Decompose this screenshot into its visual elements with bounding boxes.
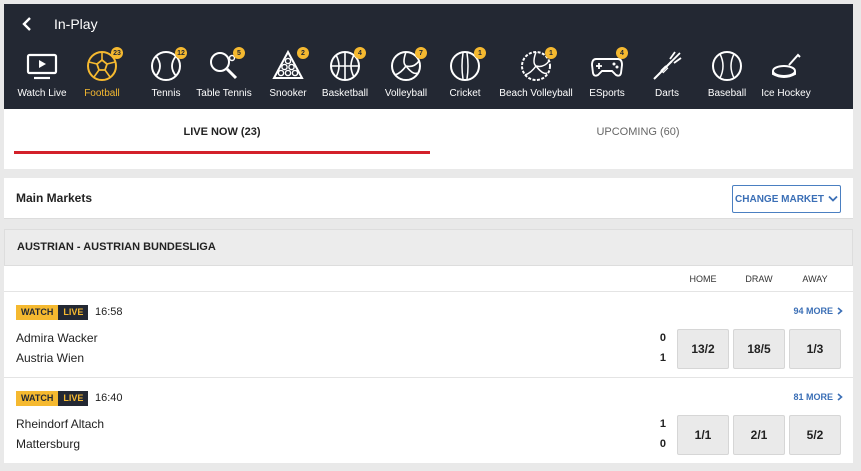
sport-item-football[interactable]: 23 Football [82, 47, 123, 106]
active-tab-indicator [14, 151, 430, 154]
home-team-name[interactable]: Rheindorf Altach [16, 417, 104, 431]
tab-live-now[interactable]: LIVE NOW (23) [14, 109, 430, 155]
chevron-right-icon [837, 307, 843, 315]
tv-icon [25, 48, 59, 84]
sport-label: Cricket [449, 88, 481, 99]
odds-button-draw[interactable]: 18/5 [733, 329, 785, 369]
count-badge: 7 [415, 47, 427, 59]
sport-item-beach-volleyball[interactable]: 1 Beach Volleyball [498, 47, 574, 106]
sport-label: Beach Volleyball [499, 88, 573, 99]
count-badge: 4 [616, 47, 628, 59]
sport-label: Tennis [151, 88, 181, 99]
page-title: In-Play [54, 16, 98, 32]
more-markets-label: 94 MORE [793, 306, 833, 316]
match-time: 16:58 [95, 306, 123, 318]
odds-button-draw[interactable]: 2/1 [733, 415, 785, 455]
change-market-button[interactable]: CHANGE MARKET [732, 185, 841, 213]
count-badge: 5 [233, 47, 245, 59]
tab-upcoming[interactable]: UPCOMING (60) [430, 109, 846, 155]
odds-button-home[interactable]: 13/2 [677, 329, 729, 369]
column-header-away: AWAY [802, 274, 828, 284]
league-header[interactable]: AUSTRIAN - AUSTRIAN BUNDESLIGA [4, 229, 853, 266]
chevron-right-icon [837, 393, 843, 401]
sport-label: Football [84, 88, 120, 99]
column-header-draw: DRAW [745, 274, 773, 284]
home-score: 0 [659, 332, 666, 344]
sport-item-basketball[interactable]: 4 Basketball [320, 47, 370, 106]
count-badge: 2 [297, 47, 309, 59]
live-label: LIVE [58, 391, 89, 406]
main-markets-bar: Main Markets CHANGE MARKET [4, 178, 853, 219]
watch-live-button[interactable]: WATCH LIVE [16, 305, 89, 320]
sport-label: Table Tennis [196, 88, 252, 99]
match-row: WATCH LIVE 16:58 94 MORE Admira Wacker A… [4, 292, 853, 378]
back-button[interactable] [12, 8, 42, 40]
gamepad-icon: 4 [590, 47, 628, 84]
column-header-home: HOME [689, 274, 717, 284]
sport-label: Ice Hockey [761, 88, 811, 99]
odds-button-home[interactable]: 1/1 [677, 415, 729, 455]
sport-label: Darts [655, 88, 679, 99]
sport-item-tennis[interactable]: 12 Tennis [144, 47, 188, 106]
matches-panel: HOME DRAW AWAY WATCH LIVE 16:58 94 MORE … [4, 266, 853, 463]
sport-label: Snooker [269, 88, 307, 99]
count-badge: 12 [175, 47, 187, 59]
sport-item-darts[interactable]: Darts [648, 48, 686, 106]
live-label: LIVE [58, 305, 89, 320]
sport-item-table-tennis[interactable]: 5 Table Tennis [196, 47, 252, 106]
sport-label: Baseball [707, 88, 747, 99]
home-score: 1 [659, 418, 666, 430]
away-score: 1 [659, 352, 666, 364]
more-markets-link[interactable]: 81 MORE [793, 392, 843, 402]
chevron-down-icon [828, 195, 838, 202]
match-row: WATCH LIVE 16:40 81 MORE Rheindorf Altac… [4, 378, 853, 464]
change-market-label: CHANGE MARKET [735, 193, 824, 205]
home-team-name[interactable]: Admira Wacker [16, 331, 98, 345]
snooker-icon: 2 [271, 47, 309, 84]
sport-item-cricket[interactable]: 1 Cricket [446, 47, 486, 106]
baseball-icon [710, 48, 744, 84]
count-badge: 4 [354, 47, 366, 59]
away-score: 0 [659, 438, 666, 450]
more-markets-label: 81 MORE [793, 392, 833, 402]
beach-volleyball-icon: 1 [519, 47, 557, 84]
volleyball-icon: 7 [389, 47, 427, 84]
ice-hockey-icon [769, 48, 803, 84]
tabs-bar: LIVE NOW (23) UPCOMING (60) [4, 109, 853, 169]
sport-item-ice-hockey[interactable]: Ice Hockey [760, 48, 812, 106]
sport-item-esports[interactable]: 4 ESports [586, 47, 628, 106]
watch-label: WATCH [16, 391, 59, 406]
sport-label: ESports [589, 88, 625, 99]
count-badge: 1 [474, 47, 486, 59]
in-play-header: In-Play Watch Live 23 Football 12 Tennis [4, 4, 853, 109]
away-team-name[interactable]: Mattersburg [16, 437, 80, 451]
more-markets-link[interactable]: 94 MORE [793, 306, 843, 316]
cricket-icon: 1 [448, 47, 486, 84]
sports-nav: Watch Live 23 Football 12 Tennis 5 Table… [4, 47, 853, 106]
sport-item-snooker[interactable]: 2 Snooker [266, 47, 310, 106]
chevron-left-icon [22, 17, 31, 31]
sport-label: Basketball [321, 88, 369, 99]
main-markets-title: Main Markets [16, 191, 93, 205]
match-time: 16:40 [95, 392, 123, 404]
tennis-ball-icon: 12 [149, 47, 187, 84]
count-badge: 1 [545, 47, 557, 59]
football-icon: 23 [85, 47, 123, 84]
sport-item-volleyball[interactable]: 7 Volleyball [382, 47, 430, 106]
league-title: AUSTRIAN - AUSTRIAN BUNDESLIGA [17, 241, 216, 253]
table-tennis-icon: 5 [207, 47, 245, 84]
away-team-name[interactable]: Austria Wien [16, 351, 84, 365]
watch-live-button[interactable]: WATCH LIVE [16, 391, 89, 406]
odds-button-away[interactable]: 5/2 [789, 415, 841, 455]
dart-icon [650, 48, 684, 84]
watch-label: WATCH [16, 305, 59, 320]
sport-item-watch-live[interactable]: Watch Live [16, 48, 68, 106]
basketball-icon: 4 [328, 47, 366, 84]
sport-label: Volleyball [384, 88, 428, 99]
count-badge: 23 [111, 47, 123, 59]
odds-button-away[interactable]: 1/3 [789, 329, 841, 369]
sport-label: Watch Live [17, 88, 67, 99]
sport-item-baseball[interactable]: Baseball [704, 48, 750, 106]
